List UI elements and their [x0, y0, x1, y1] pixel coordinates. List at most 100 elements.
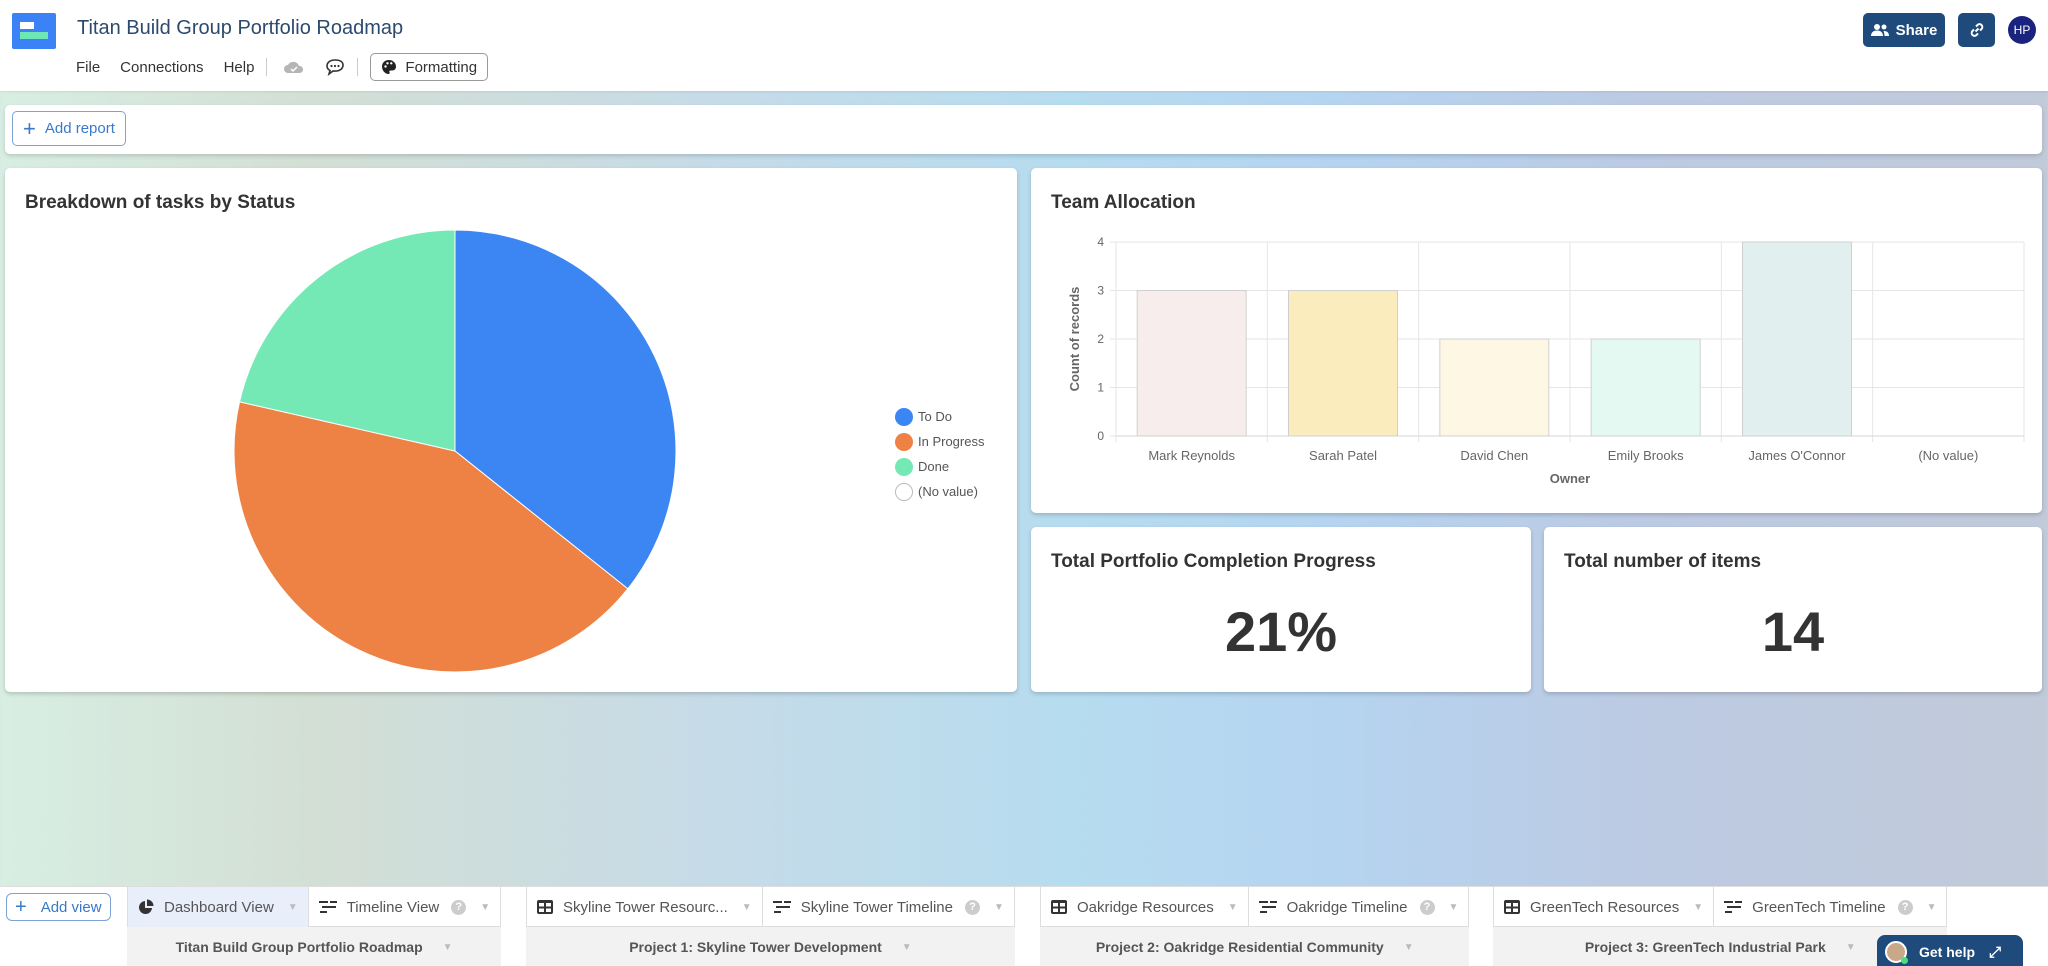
chevron-down-icon[interactable]: ▼ — [1228, 902, 1238, 913]
view-group: Oakridge Resources ▼ Oakridge Timeline? ▼ Pr… — [1040, 887, 1470, 966]
x-tick-label: Mark Reynolds — [1148, 448, 1235, 463]
app-logo[interactable] — [12, 13, 56, 49]
view-tabs-bar: + Add view Dashboard View ▼ Timeline View?… — [0, 886, 2048, 966]
help-icon[interactable]: ? — [1419, 899, 1435, 915]
view-tab-label: GreenTech Resources — [1530, 898, 1680, 916]
chevron-down-icon[interactable]: ▼ — [443, 942, 453, 953]
get-help-button[interactable]: Get help ⤢ — [1877, 935, 2023, 966]
group-name: Project 2: Oakridge Residential Communit… — [1095, 939, 1384, 955]
view-tab[interactable]: Timeline View? ▼ — [307, 887, 502, 927]
menu-connections[interactable]: Connections — [120, 59, 203, 76]
x-tick-label: (No value) — [1918, 448, 1978, 463]
app-header: Titan Build Group Portfolio Roadmap File… — [0, 0, 2048, 91]
add-view-button[interactable]: + Add view — [6, 893, 111, 921]
group-name: Titan Build Group Portfolio Roadmap — [175, 939, 423, 955]
menu-bar: File Connections Help Formatting — [76, 53, 489, 81]
completion-progress-card[interactable]: Total Portfolio Completion Progress 21% — [1031, 527, 1531, 692]
group-name: Project 3: GreenTech Industrial Park — [1584, 939, 1826, 955]
legend-label: Done — [918, 459, 950, 474]
view-tab-label: Skyline Tower Resourc... — [563, 898, 728, 916]
legend-item[interactable]: To Do — [895, 404, 984, 429]
bar[interactable] — [1288, 290, 1398, 437]
view-tab[interactable]: Skyline Tower Resourc... ▼ — [526, 887, 762, 927]
report-toolbar: + Add report — [5, 105, 2042, 154]
pie-chart-icon — [138, 899, 154, 915]
y-axis-title: Count of records — [1067, 287, 1082, 392]
bar[interactable] — [1136, 290, 1247, 437]
kpi-value: 21% — [1224, 600, 1338, 663]
grid-icon — [537, 900, 553, 914]
legend-item[interactable]: In Progress — [895, 429, 984, 454]
legend-label: (No value) — [918, 484, 978, 499]
y-tick-label: 1 — [1097, 381, 1104, 395]
grid-icon — [1504, 900, 1520, 914]
view-tab[interactable]: Oakridge Timeline? ▼ — [1247, 887, 1470, 927]
y-tick-label: 2 — [1097, 332, 1104, 346]
help-icon[interactable]: ? — [965, 899, 980, 915]
chevron-down-icon[interactable]: ▼ — [1449, 902, 1459, 913]
chevron-down-icon[interactable]: ▼ — [742, 902, 752, 913]
view-group-label[interactable]: Project 1: Skyline Tower Development ▼ — [526, 927, 1015, 966]
add-report-label: Add report — [44, 120, 115, 137]
users-icon — [1870, 24, 1889, 36]
legend-item[interactable]: (No value) — [895, 479, 984, 504]
legend-swatch — [895, 457, 913, 476]
view-tab-label: Oakridge Timeline — [1286, 898, 1408, 916]
cloud-saved-icon[interactable] — [283, 60, 305, 74]
card-title: Total number of items — [1564, 551, 1762, 572]
legend-swatch — [895, 482, 913, 501]
bar-chart: 0 1 2 3 4 Mark Reynolds Sarah Patel David Chen E… — [1067, 235, 2025, 486]
user-avatar[interactable]: HP — [2008, 16, 2036, 44]
view-tab-label: Dashboard View — [164, 898, 274, 916]
get-help-label: Get help — [1919, 944, 1976, 960]
copy-link-button[interactable] — [1958, 13, 1995, 47]
view-tab[interactable]: Dashboard View ▼ — [127, 887, 308, 927]
document-title[interactable]: Titan Build Group Portfolio Roadmap — [77, 17, 403, 40]
view-tab[interactable]: GreenTech Resources ▼ — [1493, 887, 1713, 927]
view-tab[interactable]: Oakridge Resources ▼ — [1040, 887, 1248, 927]
team-allocation-card[interactable]: Team Allocation 0 1 2 3 4 Mark Reynolds Sarah … — [1031, 168, 2042, 513]
chevron-down-icon[interactable]: ▼ — [994, 902, 1004, 913]
bar[interactable] — [1590, 338, 1701, 437]
chevron-down-icon[interactable]: ▼ — [1846, 942, 1856, 953]
y-tick-label: 0 — [1097, 429, 1104, 443]
comments-icon[interactable] — [325, 58, 345, 76]
grid-icon — [1051, 900, 1067, 914]
chevron-down-icon[interactable]: ▼ — [1927, 902, 1937, 913]
help-icon[interactable]: ? — [451, 899, 467, 915]
chevron-down-icon[interactable]: ▼ — [288, 902, 298, 913]
menu-file[interactable]: File — [76, 59, 100, 76]
bar[interactable] — [1439, 338, 1550, 437]
view-group: Skyline Tower Resourc... ▼ Skyline Tower T… — [526, 887, 1015, 966]
view-group-label[interactable]: Titan Build Group Portfolio Roadmap ▼ — [127, 927, 502, 966]
legend-swatch — [895, 407, 913, 426]
chevron-down-icon[interactable]: ▼ — [480, 902, 490, 913]
help-icon[interactable]: ? — [1897, 899, 1913, 915]
x-tick-label: James O'Connor — [1748, 448, 1846, 463]
palette-icon — [382, 60, 397, 74]
legend-item[interactable]: Done — [895, 454, 984, 479]
share-button[interactable]: Share — [1863, 13, 1945, 47]
expand-icon: ⤢ — [1989, 943, 2002, 961]
status-breakdown-card[interactable]: Breakdown of tasks by Status To Do In Pro… — [5, 168, 1017, 692]
x-tick-label: David Chen — [1460, 448, 1528, 463]
menu-divider — [357, 58, 359, 76]
view-tab[interactable]: GreenTech Timeline? ▼ — [1713, 887, 1948, 927]
view-group-label[interactable]: Project 2: Oakridge Residential Communit… — [1040, 927, 1470, 966]
total-items-card[interactable]: Total number of items 14 — [1544, 527, 2042, 692]
view-tab[interactable]: Skyline Tower Timeline? ▼ — [761, 887, 1015, 927]
timeline-icon — [1258, 900, 1277, 914]
bar[interactable] — [1742, 241, 1852, 437]
formatting-button[interactable]: Formatting — [370, 53, 489, 81]
legend-label: In Progress — [918, 434, 985, 449]
menu-help[interactable]: Help — [224, 59, 255, 76]
chevron-down-icon[interactable]: ▼ — [1693, 902, 1703, 913]
y-tick-label: 4 — [1097, 235, 1104, 249]
add-report-button[interactable]: + Add report — [12, 111, 126, 146]
chevron-down-icon[interactable]: ▼ — [902, 942, 912, 953]
menu-divider — [266, 58, 268, 76]
timeline-icon — [318, 900, 337, 914]
chevron-down-icon[interactable]: ▼ — [1404, 942, 1414, 953]
plus-icon: + — [15, 896, 27, 918]
timeline-icon — [772, 900, 791, 914]
